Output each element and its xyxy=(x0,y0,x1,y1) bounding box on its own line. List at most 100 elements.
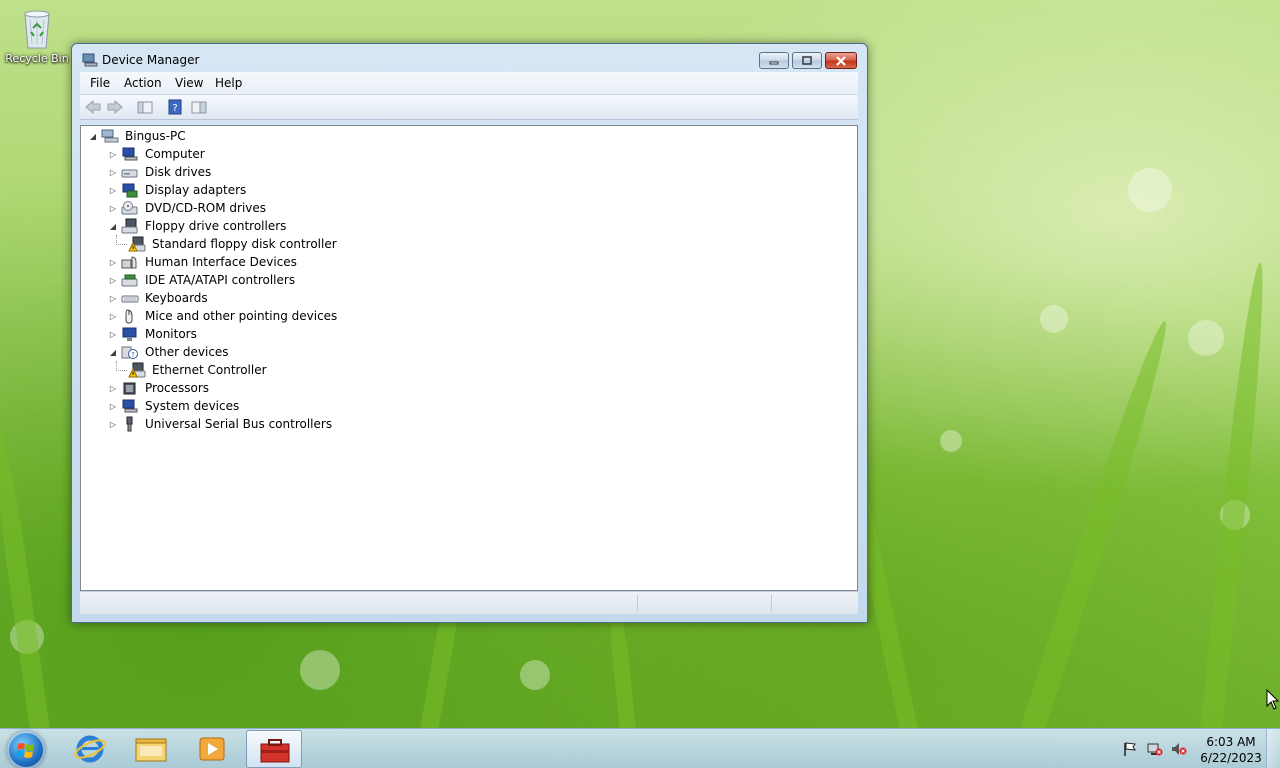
menu-file[interactable]: File xyxy=(90,76,110,90)
tree-item-label: System devices xyxy=(145,399,240,413)
tree-root-label: Bingus-PC xyxy=(125,129,186,143)
expand-arrow-icon[interactable]: ▷ xyxy=(107,168,119,177)
expand-arrow-icon[interactable]: ▷ xyxy=(107,294,119,303)
media-player-icon xyxy=(199,737,225,761)
expand-arrow-icon[interactable]: ▷ xyxy=(107,186,119,195)
window-title: Device Manager xyxy=(102,53,200,67)
network-disconnected-icon[interactable] xyxy=(1147,741,1163,757)
tree-connector-line xyxy=(116,235,127,245)
expand-arrow-icon[interactable]: ▷ xyxy=(107,258,119,267)
tree-category-item[interactable]: ▷ Mice and other pointing devices xyxy=(107,307,339,325)
tree-category-item[interactable]: ▷ Keyboards xyxy=(107,289,210,307)
collapse-arrow-icon[interactable]: ◢ xyxy=(107,348,119,357)
close-button[interactable] xyxy=(825,52,857,69)
expand-arrow-icon[interactable]: ▷ xyxy=(107,204,119,213)
show-hide-console-tree-button[interactable] xyxy=(136,99,154,115)
properties-view-button[interactable] xyxy=(190,99,208,115)
tree-category-item[interactable]: ▷ System devices xyxy=(107,397,241,415)
menu-view[interactable]: View xyxy=(175,76,203,90)
system-devices-icon xyxy=(121,398,139,414)
tree-root[interactable]: ◢ Bingus-PC xyxy=(87,127,188,145)
floppy-controller-icon xyxy=(121,218,139,234)
warning-device-icon xyxy=(128,236,146,252)
display-adapter-icon xyxy=(121,182,139,198)
volume-muted-icon[interactable] xyxy=(1171,741,1187,757)
tree-category-item[interactable]: ▷ IDE ATA/ATAPI controllers xyxy=(107,271,297,289)
close-icon xyxy=(836,55,846,66)
taskbar: 6:03 AM 6/22/2023 xyxy=(0,728,1280,768)
tree-item-label: Mice and other pointing devices xyxy=(145,309,338,323)
expand-arrow-icon[interactable]: ▷ xyxy=(107,150,119,159)
tree-item-label: Human Interface Devices xyxy=(145,255,297,269)
recycle-bin-shortcut[interactable]: Recycle Bin xyxy=(4,6,70,65)
tree-category-item[interactable]: ▷ Computer xyxy=(107,145,207,163)
tree-category-item[interactable]: ▷ Processors xyxy=(107,379,211,397)
internet-explorer-icon xyxy=(74,735,106,763)
forward-arrow-icon xyxy=(107,99,123,115)
mouse-cursor-icon xyxy=(1266,688,1280,714)
computer-icon xyxy=(121,146,139,162)
taskbar-windows-explorer[interactable] xyxy=(123,730,179,768)
expand-arrow-icon[interactable]: ▷ xyxy=(107,420,119,429)
tree-category-item[interactable]: ▷ Monitors xyxy=(107,325,199,343)
maximize-button[interactable] xyxy=(792,52,822,69)
action-center-flag-icon[interactable] xyxy=(1122,741,1138,757)
tree-category-item[interactable]: ▷ DVD/CD-ROM drives xyxy=(107,199,268,217)
collapse-arrow-icon[interactable]: ◢ xyxy=(87,132,99,141)
tree-category-item[interactable]: ▷ Disk drives xyxy=(107,163,213,181)
usb-icon xyxy=(121,416,139,432)
folder-icon xyxy=(135,738,167,762)
tree-category-item[interactable]: ▷ Human Interface Devices xyxy=(107,253,299,271)
back-button[interactable] xyxy=(84,99,102,115)
tree-category-item[interactable]: ◢? Other devices xyxy=(107,343,231,361)
title-bar[interactable]: Device Manager xyxy=(72,44,867,72)
minimize-button[interactable] xyxy=(759,52,789,69)
svg-text:?: ? xyxy=(172,103,177,114)
expand-arrow-icon[interactable]: ▷ xyxy=(107,384,119,393)
status-bar xyxy=(80,591,858,614)
tree-device-item[interactable]: Ethernet Controller xyxy=(116,361,269,379)
toolbar: ? xyxy=(80,95,858,120)
tree-category-item[interactable]: ▷ Display adapters xyxy=(107,181,248,199)
tree-connector-line xyxy=(116,361,127,371)
warning-device-icon xyxy=(128,362,146,378)
back-arrow-icon xyxy=(85,99,101,115)
system-clock[interactable]: 6:03 AM 6/22/2023 xyxy=(1196,734,1266,766)
start-button[interactable] xyxy=(7,731,45,768)
tree-item-label: DVD/CD-ROM drives xyxy=(145,201,267,215)
mouse-icon xyxy=(121,308,139,324)
tree-device-item[interactable]: Standard floppy disk controller xyxy=(116,235,339,253)
taskbar-media-player[interactable] xyxy=(184,730,240,768)
minimize-icon xyxy=(769,61,779,64)
taskbar-internet-explorer[interactable] xyxy=(62,730,118,768)
tree-item-label: Keyboards xyxy=(145,291,208,305)
show-desktop-button[interactable] xyxy=(1266,729,1280,768)
taskbar-device-manager[interactable] xyxy=(246,730,302,768)
tree-category-item[interactable]: ◢ Floppy drive controllers xyxy=(107,217,288,235)
tree-item-label: Universal Serial Bus controllers xyxy=(145,417,333,431)
expand-arrow-icon[interactable]: ▷ xyxy=(107,312,119,321)
clock-date: 6/22/2023 xyxy=(1200,751,1262,765)
tree-item-label: Other devices xyxy=(145,345,229,359)
menu-help[interactable]: Help xyxy=(215,76,242,90)
monitor-icon xyxy=(121,326,139,342)
expand-arrow-icon[interactable]: ▷ xyxy=(107,402,119,411)
menu-action[interactable]: Action xyxy=(124,76,162,90)
hid-icon xyxy=(121,254,139,270)
collapse-arrow-icon[interactable]: ◢ xyxy=(107,222,119,231)
tree-item-label: Ethernet Controller xyxy=(152,363,267,377)
expand-arrow-icon[interactable]: ▷ xyxy=(107,276,119,285)
device-tree-pane[interactable]: ◢ Bingus-PC ▷ Computer ▷ Disk drives ▷ Displa… xyxy=(80,125,858,591)
expand-arrow-icon[interactable]: ▷ xyxy=(107,330,119,339)
recycle-bin-label: Recycle Bin xyxy=(5,52,69,65)
tree-item-label: Monitors xyxy=(145,327,197,341)
tree-item-label: Computer xyxy=(145,147,205,161)
tree-item-label: Disk drives xyxy=(145,165,212,179)
maximize-icon xyxy=(802,56,812,65)
toolbox-icon xyxy=(260,739,290,763)
tree-category-item[interactable]: ▷ Universal Serial Bus controllers xyxy=(107,415,334,433)
forward-button[interactable] xyxy=(106,99,124,115)
recycle-bin-icon xyxy=(20,6,54,50)
tree-item-label: Processors xyxy=(145,381,210,395)
help-button[interactable]: ? xyxy=(166,99,184,115)
